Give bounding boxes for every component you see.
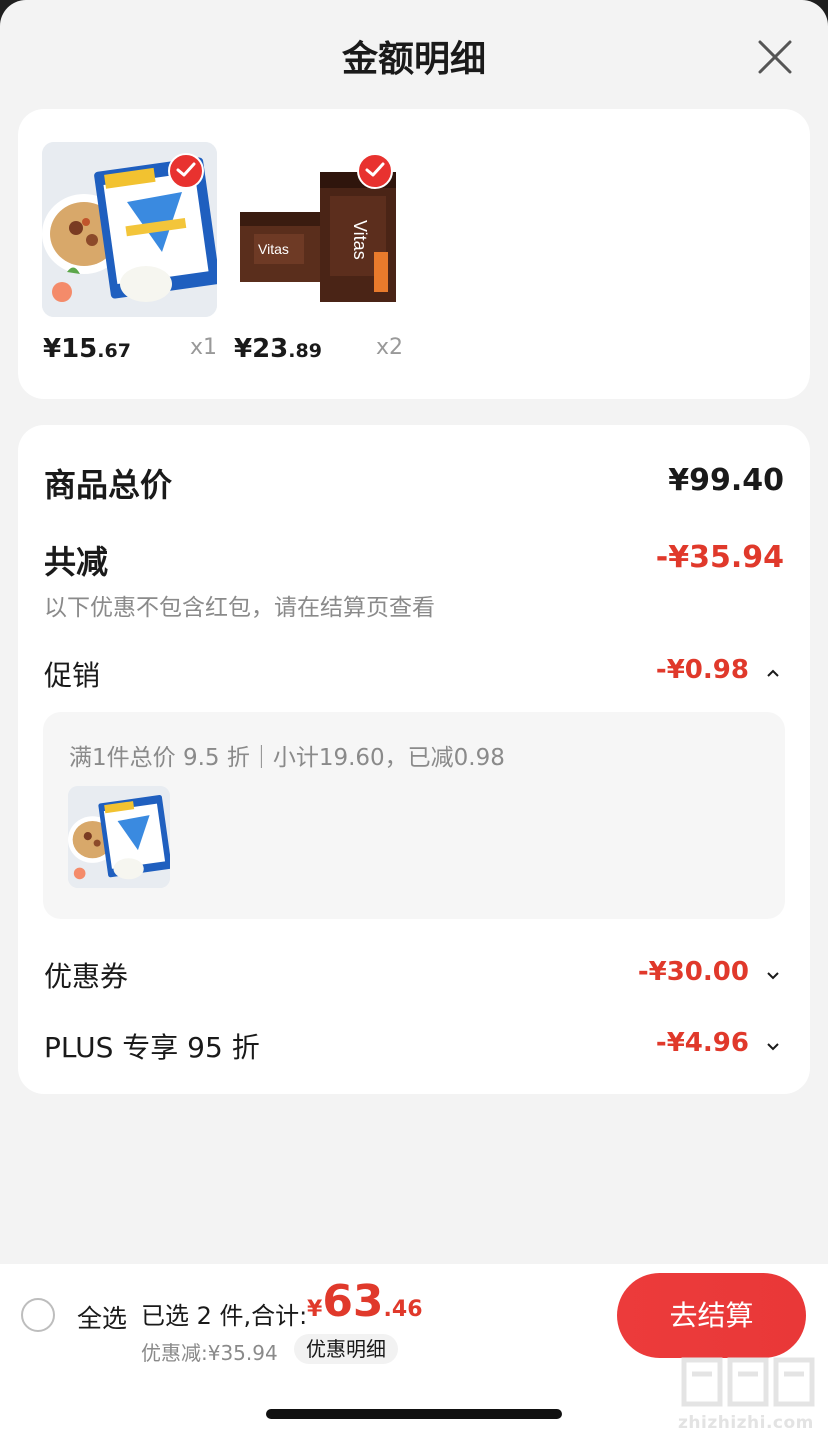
selected-count-text: 已选 2 件,合计: bbox=[141, 1302, 308, 1330]
product-qty: x1 bbox=[190, 335, 218, 360]
promo-toggle[interactable]: -¥0.98 bbox=[656, 655, 780, 685]
reduce-value: -¥35.94 bbox=[655, 540, 784, 575]
close-icon[interactable] bbox=[750, 32, 800, 82]
product-price: ¥23.89 bbox=[234, 334, 322, 364]
chevron-up-icon bbox=[764, 655, 780, 685]
plus-toggle[interactable]: -¥4.96 bbox=[656, 1028, 780, 1058]
coupon-value: -¥30.00 bbox=[637, 957, 749, 987]
svg-text:Vitas: Vitas bbox=[258, 241, 289, 257]
amount-detail-sheet: 金额明细 Vitas Vitas ¥15.67 x1 ¥23.89 x2 商品总… bbox=[0, 0, 828, 1438]
total-amount: ¥63.46 bbox=[307, 1276, 423, 1327]
coupon-label: 优惠券 bbox=[44, 960, 129, 993]
promo-label: 促销 bbox=[44, 659, 101, 692]
reduce-label: 共减 bbox=[44, 543, 109, 581]
discount-amount: 优惠减:¥35.94 bbox=[141, 1341, 278, 1365]
checked-icon[interactable] bbox=[357, 153, 393, 189]
home-indicator[interactable] bbox=[266, 1409, 562, 1419]
watermark-text: zhizhizhi.com bbox=[678, 1413, 814, 1433]
total-label: 商品总价 bbox=[44, 466, 173, 504]
page-title: 金额明细 bbox=[341, 39, 486, 80]
plus-value: -¥4.96 bbox=[655, 1028, 749, 1058]
select-all-radio[interactable] bbox=[21, 1298, 55, 1332]
svg-text:Vitas: Vitas bbox=[350, 220, 370, 260]
products-card: Vitas Vitas ¥15.67 x1 ¥23.89 x2 bbox=[18, 109, 810, 399]
promo-detail-box: 满1件总价 9.5 折｜小计19.60，已减0.98 bbox=[43, 712, 785, 919]
checkout-button[interactable]: 去结算 bbox=[617, 1273, 806, 1358]
chevron-down-icon bbox=[764, 957, 780, 987]
discount-detail-button[interactable]: 优惠明细 bbox=[294, 1334, 398, 1364]
coupon-toggle[interactable]: -¥30.00 bbox=[638, 957, 780, 987]
plus-label: PLUS 专享 95 折 bbox=[44, 1031, 260, 1064]
chevron-down-icon bbox=[764, 1028, 780, 1058]
discount-note: 以下优惠不包含红包，请在结算页查看 bbox=[44, 595, 435, 621]
product-qty: x2 bbox=[376, 335, 404, 360]
price-detail-card: 商品总价 ¥99.40 共减 -¥35.94 以下优惠不包含红包，请在结算页查看… bbox=[18, 425, 810, 1094]
checked-icon[interactable] bbox=[168, 153, 204, 189]
total-value: ¥99.40 bbox=[668, 463, 784, 498]
promo-detail-text: 满1件总价 9.5 折｜小计19.60，已减0.98 bbox=[69, 745, 505, 771]
promo-product-thumbnail[interactable] bbox=[68, 786, 170, 888]
select-all-label[interactable]: 全选 bbox=[77, 1299, 127, 1335]
promo-value: -¥0.98 bbox=[655, 655, 749, 685]
product-price: ¥15.67 bbox=[43, 334, 131, 364]
